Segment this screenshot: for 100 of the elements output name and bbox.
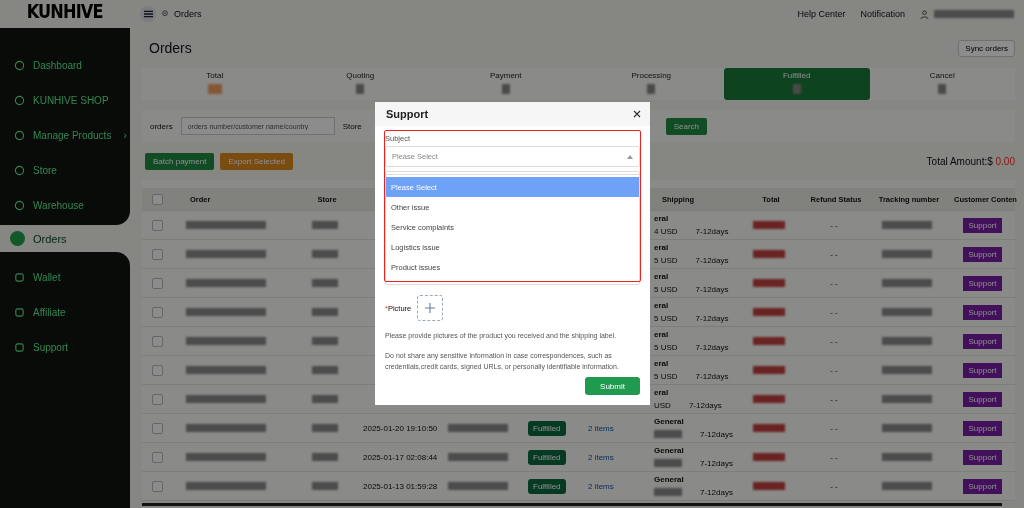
blurred-text [882, 337, 932, 345]
caret-up-icon [627, 154, 633, 159]
blurred-text [753, 395, 785, 403]
checkbox[interactable] [152, 248, 163, 260]
sidebar-item[interactable]: Support [0, 330, 130, 365]
shipping-price: 5 USD [654, 343, 678, 352]
status-tab[interactable]: Processing [578, 68, 724, 100]
support-button[interactable]: Support [963, 246, 1002, 262]
action-button[interactable]: Batch payment [145, 152, 215, 170]
blurred-text [448, 453, 508, 461]
checkbox[interactable] [152, 451, 163, 463]
support-button[interactable]: Support [963, 420, 1002, 436]
search-button[interactable]: Search [665, 117, 707, 135]
shipping-method: eral [654, 330, 670, 339]
table-cell: - - [830, 249, 838, 259]
checkbox[interactable] [152, 219, 163, 231]
blurred-text [753, 221, 785, 229]
field-label: Store [342, 121, 362, 131]
delivery-time: 7-12days [695, 343, 729, 352]
page-title: Orders [148, 40, 193, 56]
blurred-text [753, 453, 785, 461]
header-link[interactable]: Help Center [797, 9, 846, 19]
delivery-time: 7-12days [688, 401, 722, 410]
items-link[interactable]: 2 items [588, 481, 614, 491]
delivery-time: 7-12days [695, 372, 729, 381]
blurred-text [882, 279, 932, 287]
items-link[interactable]: 2 items [588, 452, 614, 462]
table-cell: - - [830, 336, 838, 346]
blurred-text [312, 279, 338, 287]
blurred-text [753, 337, 785, 345]
checkbox[interactable] [152, 277, 163, 289]
support-button[interactable]: Support [963, 362, 1002, 378]
delivery-time: 7-12days [700, 430, 733, 439]
shipping-price: 4 USD [654, 227, 678, 236]
blurred-text [882, 366, 932, 374]
support-button[interactable]: Support [963, 275, 1002, 291]
support-button[interactable]: Support [963, 449, 1002, 465]
shipping-method: eral [654, 359, 670, 368]
blurred-text [312, 221, 338, 229]
support-button[interactable]: Support [963, 391, 1002, 407]
status-tab[interactable]: Fulfilled [724, 68, 870, 100]
sidebar-item[interactable]: Wallet [0, 260, 130, 295]
square-icon [14, 272, 25, 283]
sidebar-item[interactable]: Affiliate [0, 295, 130, 330]
delivery-time: 7-12days [695, 227, 729, 236]
shipping-price: 5 USD [654, 372, 678, 381]
support-button[interactable]: Support [963, 333, 1002, 349]
blurred-text [753, 482, 785, 490]
delivery-time: 7-12days [700, 459, 733, 468]
support-button[interactable]: Support [963, 304, 1002, 320]
status-tab[interactable]: Payment [433, 68, 579, 100]
shipping-method: eral [654, 243, 670, 252]
support-button[interactable]: Support [963, 217, 1002, 233]
blurred-text [312, 250, 338, 258]
blurred-text [448, 424, 508, 432]
blurred-text [753, 424, 785, 432]
sidebar-item[interactable]: Dashboard [0, 48, 130, 83]
blurred-text [882, 395, 932, 403]
user-icon[interactable] [920, 9, 929, 19]
shipping-method: eral [654, 388, 670, 397]
breadcrumb: Orders [174, 9, 202, 19]
blurred-text [882, 424, 932, 432]
submit-button[interactable]: Submit [585, 377, 640, 395]
shipping-price: 5 USD [654, 314, 678, 323]
status-tab[interactable]: Total [142, 68, 288, 100]
items-link[interactable]: 2 items [588, 423, 614, 433]
blurred-text [882, 482, 932, 490]
close-icon[interactable] [633, 110, 641, 118]
support-button[interactable]: Support [963, 478, 1002, 494]
checkbox[interactable] [152, 364, 163, 376]
upload-button[interactable] [417, 295, 444, 321]
table-cell: - - [830, 365, 838, 375]
shipping-method: eral [654, 214, 670, 223]
checkbox[interactable] [152, 393, 163, 405]
delivery-time: 7-12days [695, 256, 729, 265]
checkbox[interactable] [152, 306, 163, 318]
blurred-text [654, 488, 682, 496]
table-cell: - - [830, 278, 838, 288]
checkbox[interactable] [152, 335, 163, 347]
table-cell: 2025-01-17 02:08:44 [363, 452, 438, 462]
total-amount: Total Amount:$ 0.00 [926, 155, 1015, 167]
status-tab[interactable]: Quoting [287, 68, 433, 100]
logo: KUNHIVE [27, 0, 103, 22]
sidebar-item[interactable]: KUNHIVE SHOP [0, 83, 130, 118]
shipping-price: USD [654, 401, 671, 410]
circle-icon [14, 200, 25, 211]
checkbox[interactable] [152, 193, 163, 205]
header-link[interactable]: Notification [860, 9, 905, 19]
checkbox[interactable] [152, 480, 163, 492]
status-tab[interactable]: Cancel [869, 68, 1015, 100]
sync-orders-button[interactable]: Sync orders [958, 39, 1015, 57]
delivery-time: 7-12days [700, 488, 733, 497]
sidebar-item[interactable]: Warehouse [0, 188, 130, 223]
checkbox[interactable] [152, 422, 163, 434]
menu-icon[interactable] [140, 6, 156, 22]
sidebar-item[interactable]: Store [0, 153, 130, 188]
square-icon [14, 307, 25, 318]
blurred-text [312, 366, 338, 374]
sidebar-item[interactable]: Manage Products › [0, 118, 130, 153]
blurred-text [312, 308, 338, 316]
